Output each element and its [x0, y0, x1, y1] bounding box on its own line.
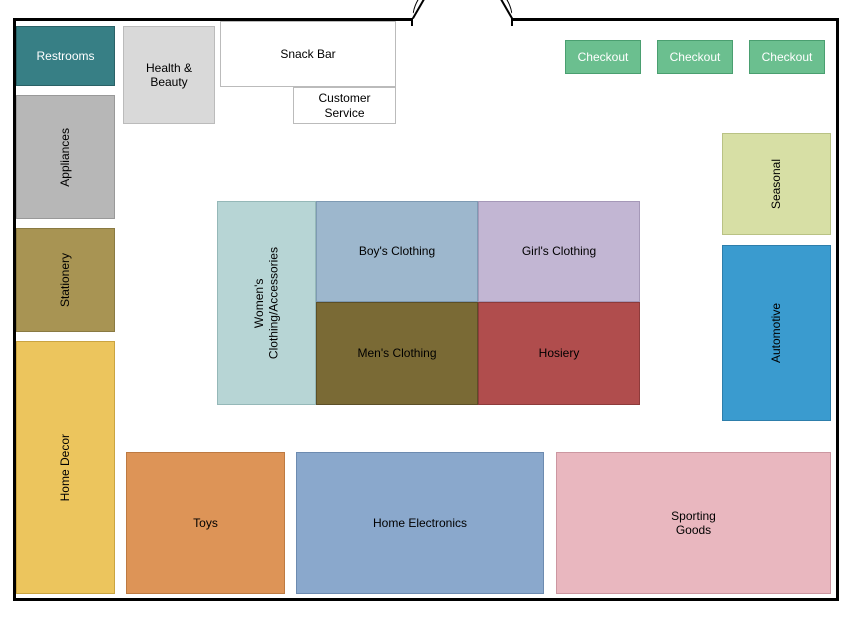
label-checkout-1: Checkout	[578, 50, 629, 64]
label-seasonal: Seasonal	[769, 159, 783, 209]
door-post-left	[411, 18, 413, 26]
dept-restrooms: Restrooms	[16, 26, 115, 86]
dept-automotive: Automotive	[722, 245, 831, 421]
checkout-3: Checkout	[749, 40, 825, 74]
dept-home-electronics: Home Electronics	[296, 452, 544, 594]
wall-bottom	[13, 598, 839, 601]
dept-health-beauty: Health & Beauty	[123, 26, 215, 124]
dept-seasonal: Seasonal	[722, 133, 831, 235]
checkout-2: Checkout	[657, 40, 733, 74]
dept-customer-service: Customer Service	[293, 87, 396, 124]
label-customer-service: Customer Service	[298, 91, 391, 120]
label-checkout-3: Checkout	[762, 50, 813, 64]
label-restrooms: Restrooms	[36, 49, 94, 63]
dept-sporting-goods: Sporting Goods	[556, 452, 831, 594]
wall-top-right	[513, 18, 839, 21]
label-hosiery: Hosiery	[539, 346, 580, 360]
dept-hosiery: Hosiery	[478, 302, 640, 405]
label-girls: Girl's Clothing	[522, 244, 596, 258]
dept-womens: Women's Clothing/Accessories	[217, 201, 316, 405]
door-post-right	[511, 18, 513, 26]
label-checkout-2: Checkout	[670, 50, 721, 64]
checkout-1: Checkout	[565, 40, 641, 74]
label-snack-bar: Snack Bar	[280, 47, 335, 61]
floor-plan-canvas: Restrooms Health & Beauty Snack Bar Cust…	[0, 0, 852, 617]
label-toys: Toys	[193, 516, 218, 530]
label-stationery: Stationery	[58, 253, 72, 307]
dept-snack-bar: Snack Bar	[220, 21, 396, 87]
dept-home-decor: Home Decor	[16, 341, 115, 594]
dept-boys: Boy's Clothing	[316, 201, 478, 302]
dept-mens: Men's Clothing	[316, 302, 478, 405]
dept-appliances: Appliances	[16, 95, 115, 219]
label-mens: Men's Clothing	[358, 346, 437, 360]
dept-stationery: Stationery	[16, 228, 115, 332]
label-automotive: Automotive	[769, 303, 783, 363]
label-health-beauty: Health & Beauty	[146, 61, 192, 90]
wall-right	[836, 18, 839, 601]
label-womens: Women's Clothing/Accessories	[252, 247, 281, 359]
dept-toys: Toys	[126, 452, 285, 594]
label-home-electronics: Home Electronics	[373, 516, 467, 530]
label-appliances: Appliances	[58, 128, 72, 187]
label-boys: Boy's Clothing	[359, 244, 435, 258]
label-sporting-goods: Sporting Goods	[671, 509, 716, 538]
label-home-decor: Home Decor	[58, 434, 72, 501]
dept-girls: Girl's Clothing	[478, 201, 640, 302]
